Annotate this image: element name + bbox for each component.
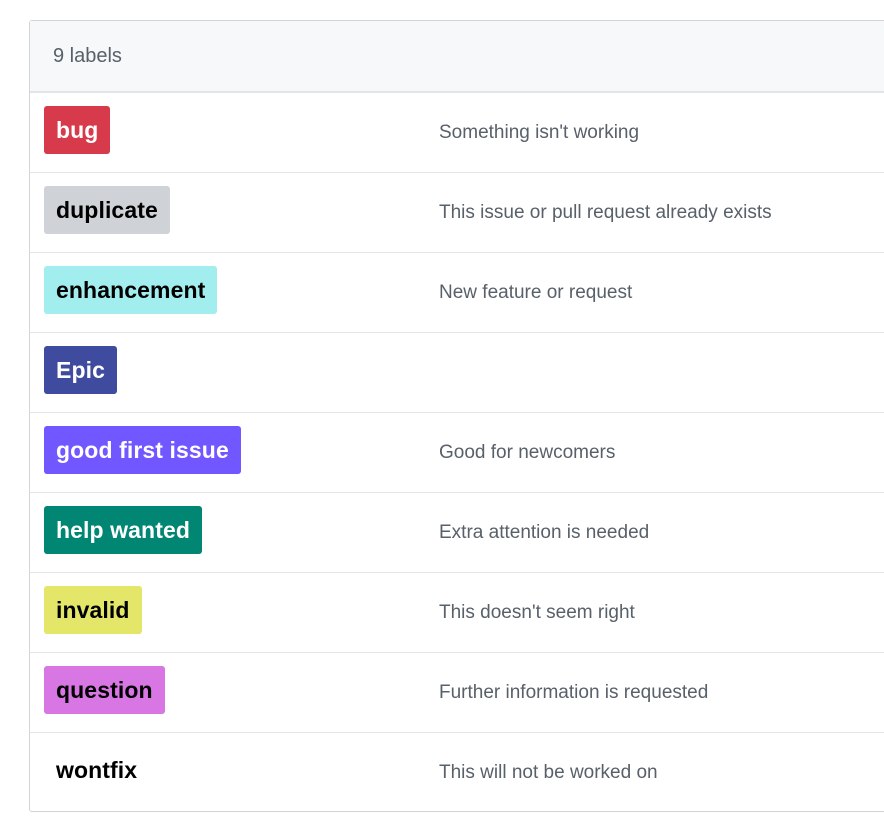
label-badge[interactable]: question	[44, 666, 165, 714]
label-row: help wanted Extra attention is needed	[30, 493, 884, 573]
label-description: This issue or pull request already exist…	[439, 202, 772, 223]
labels-count: 9 labels	[53, 44, 122, 67]
label-description: This will not be worked on	[439, 762, 658, 783]
label-description: Extra attention is needed	[439, 522, 650, 543]
label-description: This doesn't seem right	[439, 602, 635, 623]
label-row: question Further information is requeste…	[30, 653, 884, 733]
label-description: Something isn't working	[439, 122, 640, 143]
label-row: invalid This doesn't seem right	[30, 573, 884, 653]
label-row: wontfix This will not be worked on	[30, 733, 884, 813]
label-row: enhancement New feature or request	[30, 253, 884, 333]
labels-header: 9 labels	[30, 21, 884, 93]
label-badge[interactable]: enhancement	[44, 266, 218, 314]
labels-list: 9 labels bug Something isn't working dup…	[29, 20, 884, 812]
label-row: good first issue Good for newcomers	[30, 413, 884, 493]
label-description: Further information is requested	[439, 682, 709, 703]
label-badge[interactable]: duplicate	[44, 186, 170, 234]
label-description: Good for newcomers	[439, 442, 616, 463]
label-badge[interactable]: Epic	[44, 346, 117, 394]
label-badge[interactable]: wontfix	[44, 746, 150, 794]
label-badge[interactable]: help wanted	[44, 506, 203, 554]
label-row: Epic	[30, 333, 884, 413]
label-row: bug Something isn't working	[30, 93, 884, 173]
label-description: New feature or request	[439, 282, 633, 303]
label-badge[interactable]: invalid	[44, 586, 142, 634]
label-badge[interactable]: good first issue	[44, 426, 241, 474]
label-row: duplicate This issue or pull request alr…	[30, 173, 884, 253]
label-badge[interactable]: bug	[44, 106, 111, 154]
